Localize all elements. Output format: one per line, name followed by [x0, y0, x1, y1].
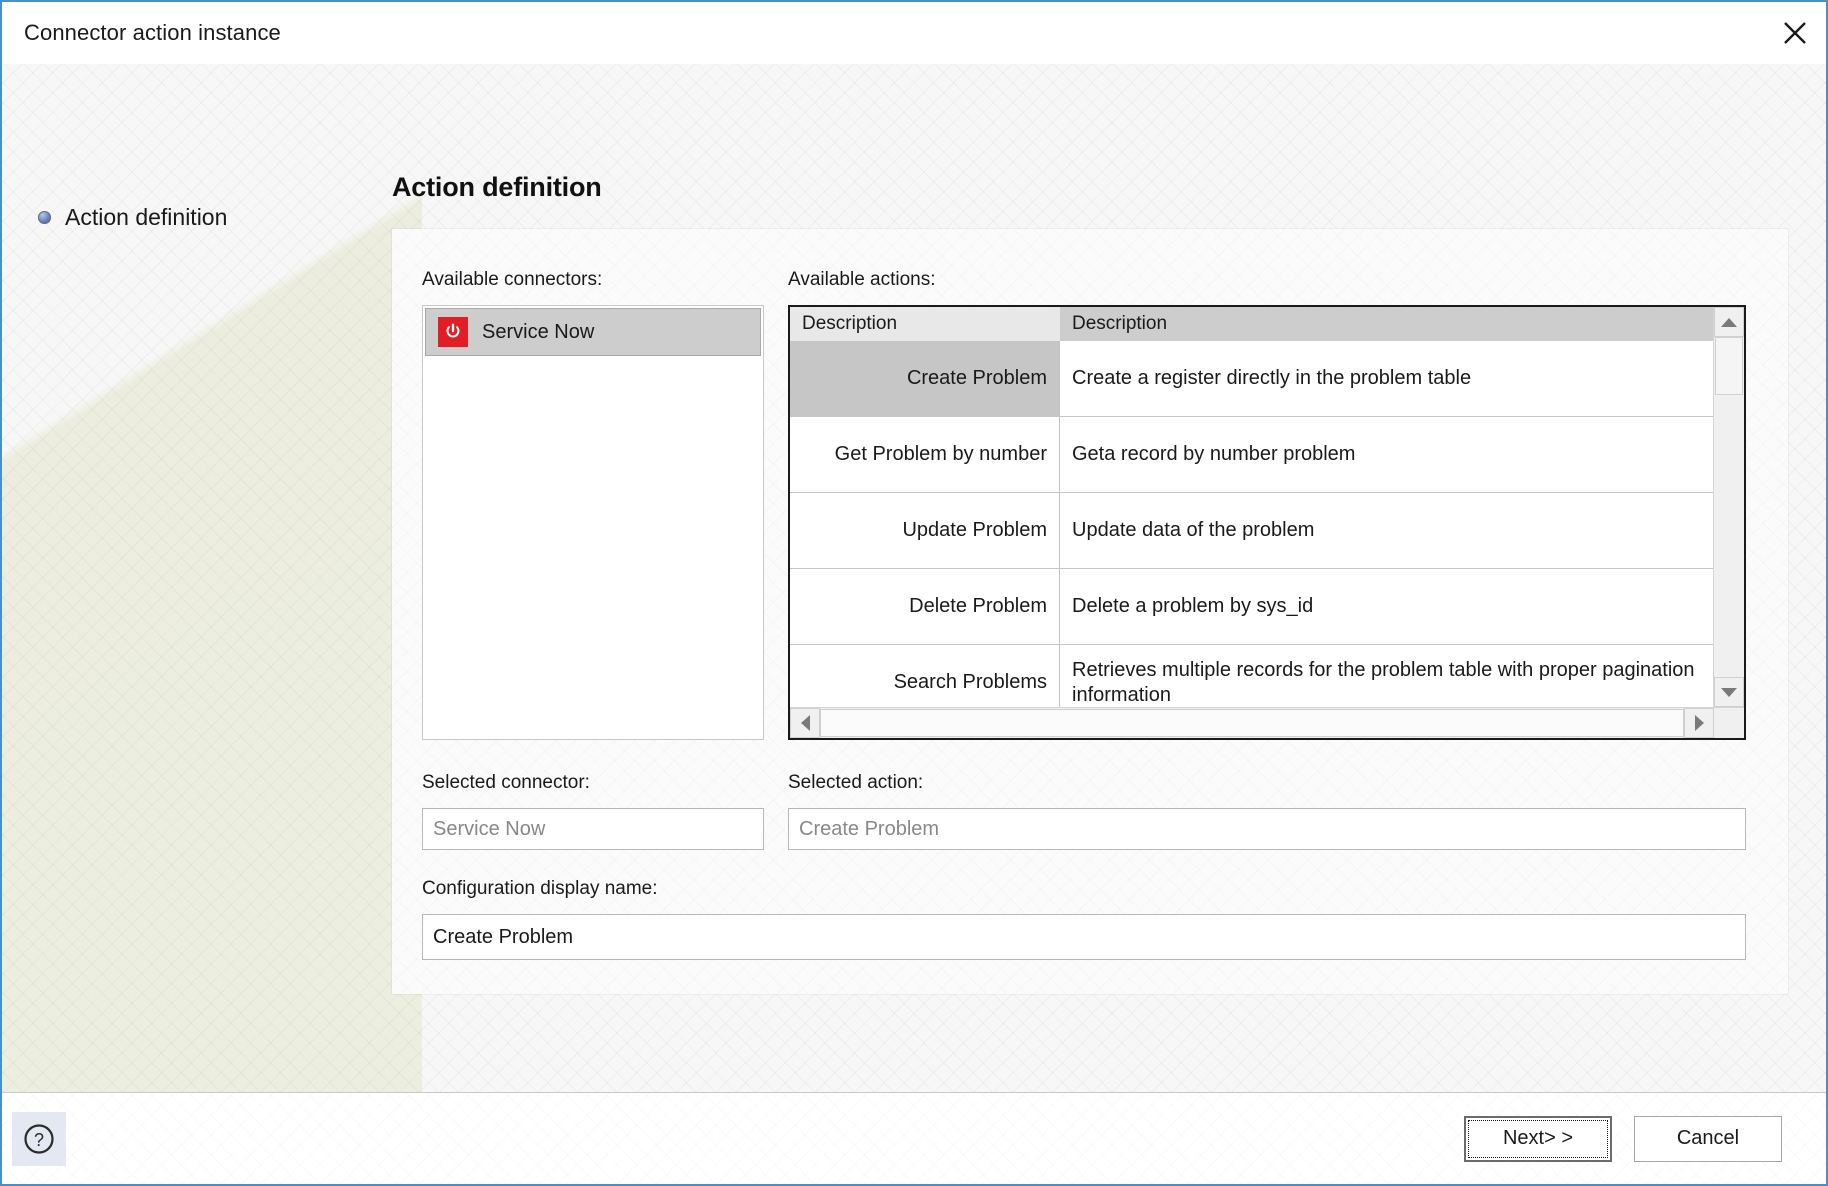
next-button[interactable]: Next> >: [1464, 1116, 1612, 1162]
scroll-up-arrow-icon[interactable]: [1714, 307, 1744, 337]
selected-connector-section: Selected connector:: [422, 772, 764, 850]
cancel-button[interactable]: Cancel: [1634, 1116, 1782, 1162]
dialog-titlebar: Connector action instance: [2, 2, 1826, 64]
configuration-display-name-input[interactable]: [422, 914, 1746, 960]
selected-connector-label: Selected connector:: [422, 772, 764, 794]
cell-action-description: Geta record by number problem: [1060, 417, 1713, 492]
content-panel: Available connectors:: [392, 229, 1788, 994]
selected-action-input[interactable]: [788, 808, 1746, 850]
horizontal-scroll-thumb[interactable]: [820, 709, 1684, 737]
step-bullet-icon: [38, 211, 51, 224]
configuration-display-name-section: Configuration display name:: [422, 878, 1746, 960]
table-row[interactable]: Create Problem Create a register directl…: [790, 341, 1713, 417]
column-header-description[interactable]: Description: [1060, 307, 1713, 341]
configuration-display-name-label: Configuration display name:: [422, 878, 1746, 900]
cell-action-description: Update data of the problem: [1060, 493, 1713, 568]
scroll-left-arrow-glyph: [801, 715, 810, 731]
cell-action-description: Delete a problem by sys_id: [1060, 569, 1713, 644]
cell-action-name: Search Problems: [790, 645, 1060, 707]
table-row[interactable]: Get Problem by number Geta record by num…: [790, 417, 1713, 493]
column-header-name[interactable]: Description: [790, 307, 1060, 341]
sidebar-item-label: Action definition: [65, 204, 227, 231]
available-actions-grid: Description Description Create Problem: [788, 305, 1746, 740]
power-icon-glyph: [443, 322, 463, 342]
available-actions-section: Available actions: Description Descripti…: [788, 269, 1746, 740]
dialog-title: Connector action instance: [24, 20, 281, 46]
scroll-down-arrow-icon[interactable]: [1714, 677, 1744, 707]
available-connectors-label: Available connectors:: [422, 269, 764, 291]
selected-action-section: Selected action:: [788, 772, 1746, 850]
dialog-body: Action definition Action definition Avai…: [2, 64, 1826, 1092]
dialog-footer: ? Next> > Cancel: [2, 1092, 1826, 1184]
grid-body: Create Problem Create a register directl…: [790, 341, 1713, 707]
vertical-scroll-thumb[interactable]: [1715, 337, 1743, 395]
wizard-steps-sidebar: Action definition: [2, 64, 392, 1092]
scroll-right-arrow-glyph: [1695, 715, 1704, 731]
cell-action-name: Get Problem by number: [790, 417, 1060, 492]
main-content: Action definition Available connectors:: [392, 64, 1826, 1092]
scrollbar-corner: [1714, 708, 1744, 738]
svg-text:?: ?: [34, 1130, 44, 1150]
scroll-right-arrow-icon[interactable]: [1684, 708, 1714, 738]
power-icon: [438, 317, 468, 347]
close-icon-glyph: [1782, 20, 1808, 46]
cell-action-name: Update Problem: [790, 493, 1060, 568]
cell-action-description: Create a register directly in the proble…: [1060, 341, 1713, 416]
table-row[interactable]: Delete Problem Delete a problem by sys_i…: [790, 569, 1713, 645]
table-row[interactable]: Update Problem Update data of the proble…: [790, 493, 1713, 569]
selected-connector-input[interactable]: [422, 808, 764, 850]
available-connectors-listbox[interactable]: Service Now: [422, 305, 764, 740]
table-row[interactable]: Search Problems Retrieves multiple recor…: [790, 645, 1713, 707]
cell-action-description: Retrieves multiple records for the probl…: [1060, 645, 1713, 707]
close-icon[interactable]: [1764, 2, 1826, 64]
vertical-scroll-track[interactable]: [1714, 337, 1744, 677]
connector-action-instance-dialog: Connector action instance Action definit…: [0, 0, 1828, 1186]
grid-horizontal-scrollbar[interactable]: [790, 707, 1744, 738]
connector-name: Service Now: [482, 321, 594, 344]
list-item[interactable]: Service Now: [425, 308, 761, 356]
available-actions-label: Available actions:: [788, 269, 1746, 291]
cell-action-name: Create Problem: [790, 341, 1060, 416]
grid-header-row: Description Description: [790, 307, 1713, 341]
cell-action-name: Delete Problem: [790, 569, 1060, 644]
available-connectors-section: Available connectors:: [422, 269, 764, 740]
scroll-up-arrow-glyph: [1721, 318, 1737, 327]
help-question-icon-glyph: ?: [22, 1122, 56, 1156]
grid-vertical-scrollbar[interactable]: [1713, 307, 1744, 707]
selected-action-label: Selected action:: [788, 772, 1746, 794]
horizontal-scroll-track[interactable]: [820, 708, 1684, 738]
page-title: Action definition: [392, 172, 1788, 203]
scroll-down-arrow-glyph: [1721, 688, 1737, 697]
scroll-left-arrow-icon[interactable]: [790, 708, 820, 738]
help-question-icon[interactable]: ?: [12, 1112, 66, 1166]
sidebar-item-action-definition[interactable]: Action definition: [2, 204, 392, 231]
